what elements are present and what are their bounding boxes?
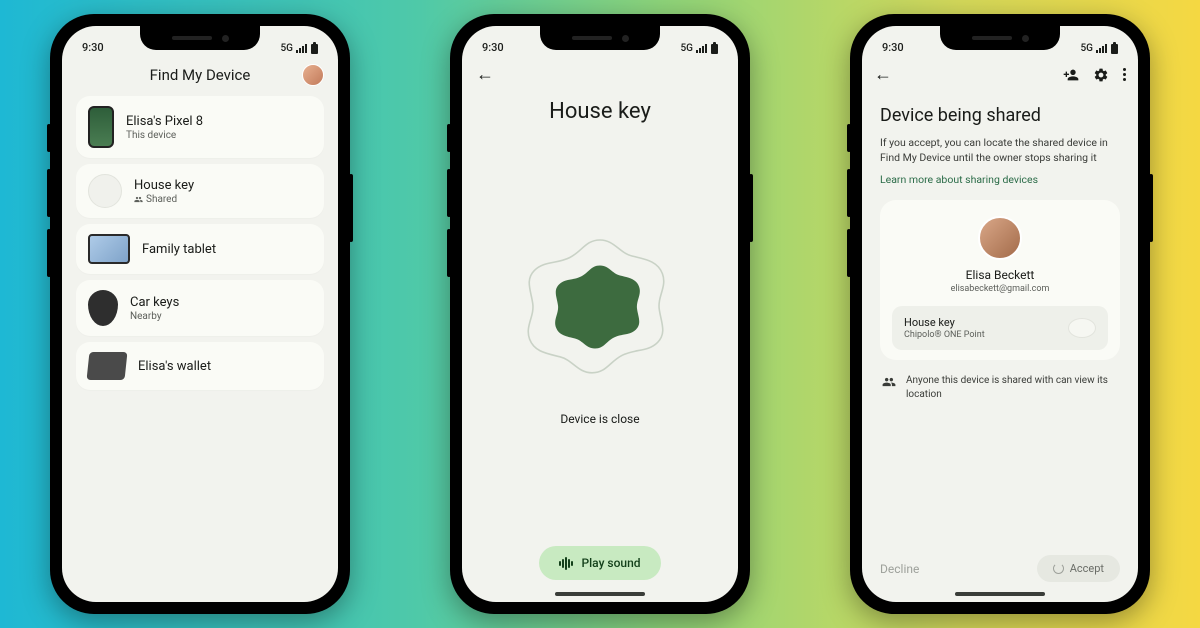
home-indicator	[555, 592, 645, 596]
app-title: Find My Device	[150, 66, 251, 84]
network-label: 5G	[1081, 43, 1094, 54]
screen-share-accept: 9:30 5G ← Device being shared If you acc…	[862, 26, 1138, 602]
device-name: Family tablet	[142, 242, 216, 257]
home-indicator	[955, 592, 1045, 596]
battery-icon	[711, 44, 718, 54]
profile-avatar[interactable]	[302, 64, 324, 86]
network-label: 5G	[281, 43, 294, 54]
device-row-housekey[interactable]: House key Shared	[76, 164, 324, 218]
phone-mockup-2: 9:30 5G ← House key Device is close	[450, 14, 750, 614]
status-right: 5G	[1081, 43, 1119, 54]
device-sub: Shared	[134, 194, 194, 205]
screen-device-list: 9:30 5G Find My Device Elisa's Pixel 8 T…	[62, 26, 338, 602]
decline-button[interactable]: Decline	[880, 562, 919, 576]
group-icon	[882, 375, 896, 389]
status-right: 5G	[681, 43, 719, 54]
learn-more-link[interactable]: Learn more about sharing devices	[880, 173, 1120, 186]
owner-avatar	[978, 216, 1022, 260]
wallet-thumb-icon	[87, 352, 128, 380]
add-person-icon[interactable]	[1063, 67, 1079, 83]
phone-mockup-3: 9:30 5G ← Device being shared If you acc…	[850, 14, 1150, 614]
device-name: Elisa's Pixel 8	[126, 114, 203, 129]
battery-icon	[311, 44, 318, 54]
device-sub: This device	[126, 130, 203, 141]
phone-notch	[540, 26, 660, 50]
loading-spinner-icon	[1053, 563, 1064, 574]
signal-icon	[1096, 44, 1107, 53]
share-title: Device being shared	[880, 105, 1120, 126]
device-row-carkeys[interactable]: Car keys Nearby	[76, 280, 324, 336]
proximity-indicator: Device is close	[462, 124, 738, 530]
proximity-blob-icon	[550, 258, 650, 358]
share-description: If you accept, you can locate the shared…	[880, 136, 1120, 165]
shared-icon	[134, 195, 143, 204]
device-detail-title: House key	[462, 99, 738, 124]
tablet-thumb-icon	[88, 234, 130, 264]
network-label: 5G	[681, 43, 694, 54]
owner-email: elisabeckett@gmail.com	[951, 284, 1050, 294]
signal-icon	[696, 44, 707, 53]
device-row-tablet[interactable]: Family tablet	[76, 224, 324, 274]
shared-device-row: House key Chipolo® ONE Point	[892, 306, 1108, 350]
signal-icon	[296, 44, 307, 53]
share-notice-text: Anyone this device is shared with can vi…	[906, 374, 1118, 402]
device-name: House key	[134, 178, 194, 193]
proximity-status: Device is close	[560, 412, 639, 426]
app-header: Find My Device	[62, 56, 338, 96]
detail-header: ←	[462, 56, 738, 93]
play-sound-button[interactable]: Play sound	[539, 546, 660, 580]
clock: 9:30	[82, 41, 104, 54]
device-name: Car keys	[130, 295, 179, 310]
keytag-thumb-icon	[88, 290, 118, 326]
more-menu-icon[interactable]	[1123, 68, 1126, 81]
accept-label: Accept	[1070, 562, 1104, 575]
status-right: 5G	[281, 43, 319, 54]
device-sub: Nearby	[130, 311, 179, 322]
battery-icon	[1111, 44, 1118, 54]
tracker-thumb-icon	[1068, 318, 1096, 338]
phone-mockup-1: 9:30 5G Find My Device Elisa's Pixel 8 T…	[50, 14, 350, 614]
device-row-pixel[interactable]: Elisa's Pixel 8 This device	[76, 96, 324, 158]
device-row-wallet[interactable]: Elisa's wallet	[76, 342, 324, 390]
settings-gear-icon[interactable]	[1093, 67, 1109, 83]
shared-device-name: House key	[904, 316, 985, 329]
share-card: Elisa Beckett elisabeckett@gmail.com Hou…	[880, 200, 1120, 360]
owner-name: Elisa Beckett	[966, 268, 1035, 282]
device-name: Elisa's wallet	[138, 359, 211, 374]
share-notice: Anyone this device is shared with can vi…	[880, 374, 1120, 402]
accept-button[interactable]: Accept	[1037, 555, 1120, 582]
share-header: ←	[862, 56, 1138, 93]
device-list: Elisa's Pixel 8 This device House key Sh…	[62, 96, 338, 390]
tag-thumb-icon	[88, 174, 122, 208]
sound-icon	[559, 557, 573, 570]
play-sound-label: Play sound	[581, 556, 640, 570]
phone-notch	[940, 26, 1060, 50]
back-arrow-icon[interactable]: ←	[874, 64, 892, 85]
shared-device-model: Chipolo® ONE Point	[904, 330, 985, 340]
back-arrow-icon[interactable]: ←	[476, 64, 494, 85]
phone-notch	[140, 26, 260, 50]
screen-find-device: 9:30 5G ← House key Device is close	[462, 26, 738, 602]
clock: 9:30	[882, 41, 904, 54]
clock: 9:30	[482, 41, 504, 54]
phone-thumb-icon	[88, 106, 114, 148]
